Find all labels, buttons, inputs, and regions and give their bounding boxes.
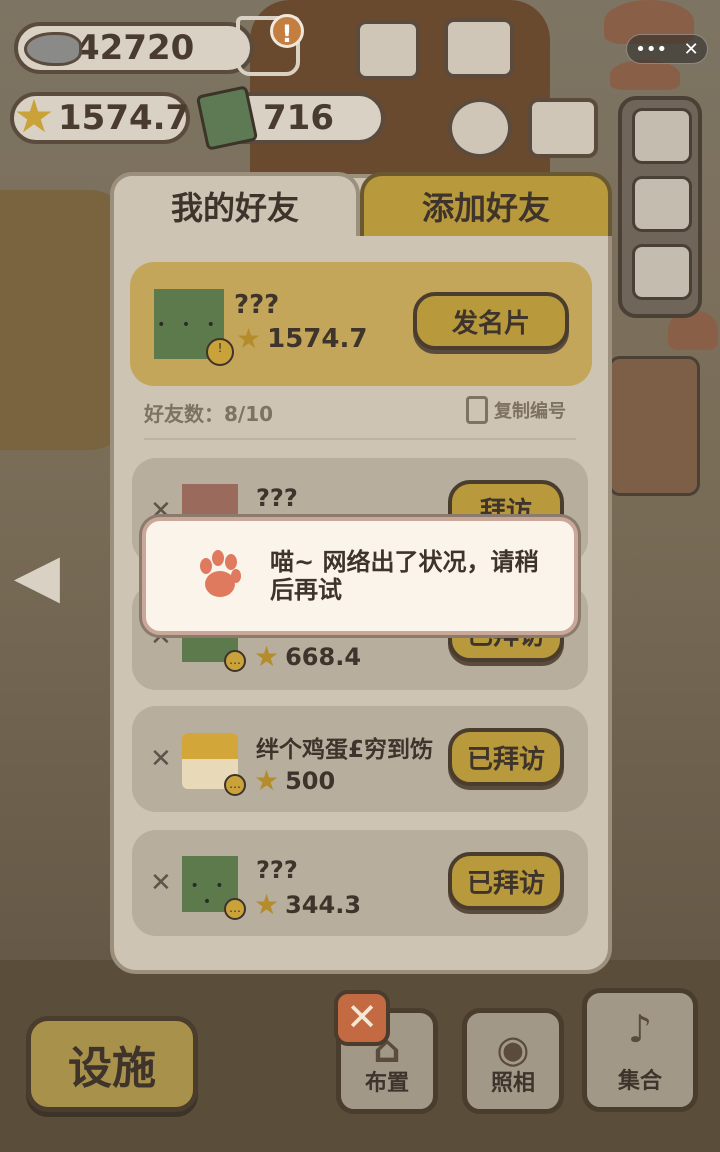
chat-badge-icon: …: [224, 898, 246, 920]
visited-button[interactable]: 已拜访: [448, 728, 564, 786]
friend-count: 好友数：8/10: [144, 402, 274, 426]
paw-icon: [200, 550, 241, 597]
star-icon: ★: [13, 89, 55, 143]
arcade-machine[interactable]: [608, 356, 700, 496]
friend-name: ???: [256, 856, 298, 884]
copy-id-button[interactable]: 复制编号: [466, 396, 566, 424]
whistle-icon: ♪: [627, 1007, 653, 1051]
remove-friend-icon[interactable]: ✕: [150, 744, 172, 774]
fish-currency: 42720: [14, 22, 254, 74]
my-score: ★ 1574.7: [236, 322, 367, 355]
tab-add-friend[interactable]: 添加好友: [360, 172, 612, 236]
more-icon[interactable]: •••: [635, 39, 667, 60]
my-score-value: 1574.7: [267, 323, 368, 354]
calendar-icon[interactable]: [632, 244, 692, 300]
gather-label: 集合: [617, 1069, 662, 1094]
fish-count: 42720: [76, 28, 195, 68]
right-side-menu: [618, 96, 702, 318]
send-card-button[interactable]: 发名片: [413, 292, 569, 350]
gear-icon[interactable]: [448, 98, 512, 158]
ticket-count: 716: [263, 98, 334, 138]
copy-id-label: 复制编号: [494, 401, 566, 422]
star-currency: ★ 1574.7: [10, 92, 190, 144]
friend-name: 绊个鸡蛋£穷到饬: [256, 737, 434, 763]
close-panel-button[interactable]: ✕: [334, 990, 390, 1046]
collapse-arrow-icon[interactable]: [632, 108, 692, 164]
friend-score-value: 668.4: [285, 642, 362, 671]
star-icon: ★: [254, 764, 280, 797]
ranking-icon[interactable]: [632, 176, 692, 232]
facility-button[interactable]: 设施: [26, 1016, 198, 1112]
my-name: ???: [234, 290, 280, 320]
chat-badge-icon: …: [224, 650, 246, 672]
friend-score-value: 500: [285, 766, 336, 795]
visited-button[interactable]: 已拜访: [448, 852, 564, 910]
copy-icon: [466, 396, 488, 424]
ticket-icon: [195, 85, 259, 151]
newspaper-icon[interactable]: [356, 20, 420, 80]
left-arrow-icon[interactable]: ◀: [12, 544, 62, 608]
toast-message: 喵~ 网络出了状况，请稍后再试: [270, 548, 539, 604]
friend-score: ★ 500: [254, 764, 335, 797]
gather-button[interactable]: ♪ 集合: [582, 988, 698, 1112]
friend-score: ★ 668.4: [254, 640, 361, 673]
alert-badge: !: [270, 14, 304, 48]
mushroom-decoration: [610, 60, 680, 90]
photo-button[interactable]: ◉ 照相: [462, 1008, 564, 1114]
notice-badge-icon: !: [206, 338, 234, 366]
mini-program-controls: ••• ✕: [626, 34, 708, 64]
tab-my-friends[interactable]: 我的好友: [110, 172, 360, 236]
friend-score-value: 344.3: [285, 890, 362, 919]
friend-score: ★ 344.3: [254, 888, 361, 921]
close-icon[interactable]: ✕: [684, 39, 699, 60]
map-icon[interactable]: [528, 98, 598, 158]
remove-friend-icon[interactable]: ✕: [150, 868, 172, 898]
star-icon: ★: [254, 640, 280, 673]
divider: [144, 438, 576, 440]
fish-icon: [24, 32, 82, 66]
star-count: 1574.7: [58, 98, 190, 138]
star-icon: ★: [236, 322, 262, 355]
star-icon: ★: [254, 888, 280, 921]
friend-name: ???: [256, 484, 298, 512]
camera-icon: ◉: [496, 1027, 530, 1071]
tab-label: 添加好友: [421, 189, 550, 227]
paw-book-icon[interactable]: [444, 18, 514, 78]
tab-label: 我的好友: [170, 189, 299, 227]
ticket-currency: 716: [195, 85, 385, 151]
chat-badge-icon: …: [224, 774, 246, 796]
